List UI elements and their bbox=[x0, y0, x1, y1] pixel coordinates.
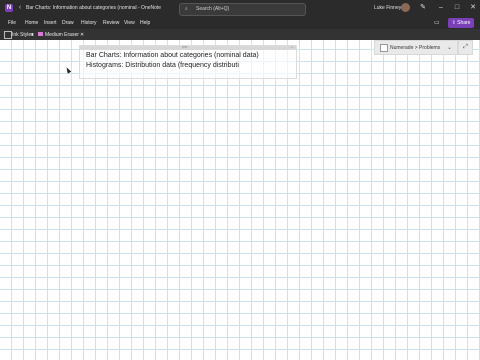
note-container[interactable]: •••• ⇔ Bar Charts: Information about cat… bbox=[79, 45, 297, 79]
ink-styles-icon bbox=[4, 31, 12, 39]
drag-handle-icon[interactable]: •••• bbox=[182, 45, 188, 49]
eraser-button[interactable]: Medium Eraser bbox=[45, 32, 79, 38]
notebook-icon bbox=[380, 44, 388, 52]
chevron-down-icon[interactable]: ▾ bbox=[31, 32, 34, 38]
onenote-icon: N bbox=[5, 4, 13, 12]
menu-history[interactable]: History bbox=[81, 20, 97, 26]
note-handle[interactable]: •••• ⇔ bbox=[80, 45, 296, 50]
search-box[interactable]: ⌕ Search (Alt+Q) bbox=[179, 3, 306, 16]
page-canvas[interactable] bbox=[0, 40, 480, 360]
maximize-icon[interactable]: □ bbox=[451, 3, 463, 13]
search-placeholder: Search (Alt+Q) bbox=[196, 6, 230, 12]
menu-insert[interactable]: Insert bbox=[44, 20, 57, 26]
share-label: Share bbox=[457, 20, 471, 26]
resize-handle-icon[interactable]: ⇔ bbox=[290, 45, 294, 49]
menu-draw[interactable]: Draw bbox=[62, 20, 74, 26]
menu-help[interactable]: Help bbox=[140, 20, 150, 26]
eraser-icon bbox=[38, 32, 43, 36]
avatar[interactable] bbox=[401, 3, 410, 12]
minimize-icon[interactable]: – bbox=[435, 3, 447, 13]
expand-icon[interactable]: ⤢ bbox=[458, 40, 473, 55]
menu-file[interactable]: File bbox=[8, 20, 16, 26]
note-line[interactable]: Bar Charts: Information about categories… bbox=[86, 52, 259, 59]
back-icon[interactable]: ‹ bbox=[15, 3, 25, 13]
menu-view[interactable]: View bbox=[124, 20, 135, 26]
note-line[interactable]: Histograms: Distribution data (frequency… bbox=[86, 62, 239, 69]
chevron-down-icon[interactable]: ⌄ bbox=[447, 44, 452, 51]
user-name[interactable]: Luke Finney bbox=[374, 5, 401, 11]
window-title: Bar Charts: Information about categories… bbox=[26, 5, 162, 11]
close-ribbon-icon[interactable]: ✕ bbox=[80, 32, 84, 38]
menu-home[interactable]: Home bbox=[25, 20, 38, 26]
share-button[interactable]: ⇪ Share bbox=[448, 18, 474, 28]
comment-icon[interactable]: ▭ bbox=[434, 19, 440, 26]
notebook-nav[interactable]: Numerade > Problems ⌄ bbox=[374, 40, 458, 55]
ribbon: Ink Styles ▾ Medium Eraser ✕ bbox=[0, 29, 480, 40]
title-bar: N ‹ Bar Charts: Information about catego… bbox=[0, 0, 480, 17]
pen-icon[interactable]: ✎ bbox=[417, 3, 429, 13]
search-icon: ⌕ bbox=[185, 6, 188, 12]
menu-bar: File Home Insert Draw History Review Vie… bbox=[0, 17, 480, 29]
breadcrumb[interactable]: Numerade > Problems bbox=[390, 45, 440, 51]
share-icon: ⇪ bbox=[451, 20, 456, 26]
close-icon[interactable]: ✕ bbox=[467, 3, 479, 13]
menu-review[interactable]: Review bbox=[103, 20, 119, 26]
